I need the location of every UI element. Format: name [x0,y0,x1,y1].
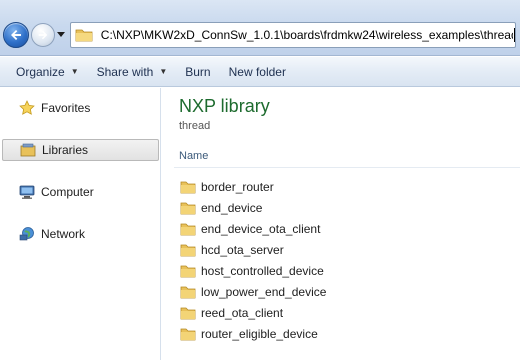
burn-button[interactable]: Burn [179,60,216,84]
library-subtitle: thread [179,120,211,132]
list-item[interactable]: host_controlled_device [180,260,510,281]
computer-icon [18,184,36,200]
list-item[interactable]: hcd_ota_server [180,239,510,260]
new-folder-label: New folder [228,64,286,79]
folder-list: border_router end_device end_device_ota_… [180,176,510,344]
file-list-pane: NXP library thread Name border_router en… [162,88,520,360]
folder-icon [180,201,196,215]
folder-name: host_controlled_device [201,263,324,278]
folder-icon [180,285,196,299]
organize-button[interactable]: Organize ▼ [10,60,85,84]
folder-name: end_device [201,200,263,215]
organize-label: Organize [16,64,65,79]
header-divider [174,167,520,168]
nav-item-favorites[interactable]: Favorites [2,97,159,119]
folder-name: border_router [201,179,274,194]
nav-item-computer[interactable]: Computer [2,181,159,203]
folder-icon [75,27,95,43]
back-arrow-icon [11,30,21,40]
folder-icon [180,264,196,278]
nav-item-label: Computer [41,185,94,199]
list-item[interactable]: end_device [180,197,510,218]
star-icon [18,100,36,116]
chevron-down-icon: ▼ [159,67,168,76]
library-title: NXP library [179,96,270,116]
navigation-pane: Favorites Libraries Computer Network [0,88,161,360]
nav-item-libraries[interactable]: Libraries [2,139,159,161]
folder-icon [180,306,196,320]
folder-name: router_eligible_device [201,326,318,341]
chevron-down-icon [57,32,65,37]
forward-button[interactable] [31,23,55,47]
list-item[interactable]: reed_ota_client [180,302,510,323]
address-bar-area: C:\NXP\MKW2xD_ConnSw_1.0.1\boards\frdmkw… [0,0,520,56]
share-with-label: Share with [96,64,154,79]
folder-name: reed_ota_client [201,305,284,320]
folder-icon [180,222,196,236]
folder-name: low_power_end_device [201,284,327,299]
command-bar: Organize ▼ Share with ▼ Burn New folder [0,57,520,87]
nav-item-label: Favorites [41,101,91,115]
address-path: C:\NXP\MKW2xD_ConnSw_1.0.1\boards\frdmkw… [100,28,514,42]
recent-pages-button[interactable] [57,31,65,39]
new-folder-button[interactable]: New folder [223,60,292,84]
chevron-down-icon: ▼ [70,67,79,76]
nav-item-network[interactable]: Network [2,223,159,245]
nav-item-label: Libraries [42,143,89,157]
list-item[interactable]: low_power_end_device [180,281,510,302]
back-button[interactable] [3,22,29,48]
folder-name: end_device_ota_client [201,221,321,236]
list-item[interactable]: router_eligible_device [180,323,510,344]
list-item[interactable]: end_device_ota_client [180,218,510,239]
folder-icon [180,327,196,341]
burn-label: Burn [185,64,211,79]
forward-arrow-icon [38,30,48,40]
library-icon [19,142,37,158]
column-header-name[interactable]: Name [179,150,208,162]
address-input[interactable]: C:\NXP\MKW2xD_ConnSw_1.0.1\boards\frdmkw… [70,22,516,48]
folder-icon [180,180,196,194]
text-cursor [514,28,515,42]
share-with-button[interactable]: Share with ▼ [91,60,174,84]
nav-item-label: Network [41,227,86,241]
folder-name: hcd_ota_server [201,242,284,257]
network-icon [18,226,36,242]
folder-icon [180,243,196,257]
list-item[interactable]: border_router [180,176,510,197]
